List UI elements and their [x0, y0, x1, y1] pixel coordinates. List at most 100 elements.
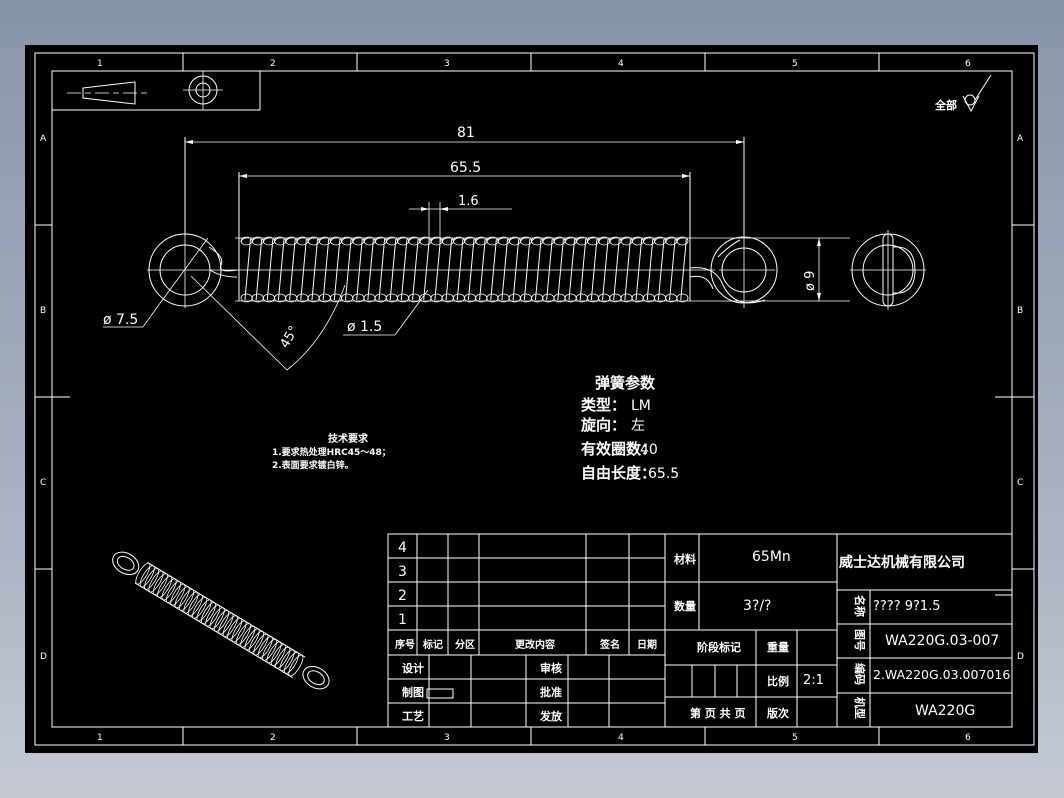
- row-labels-left: A B C D: [40, 134, 47, 662]
- tech-req-item-2: 2.表面要求镀白锌。: [272, 459, 354, 471]
- iso-coil: [165, 581, 181, 603]
- coil-wire: [434, 238, 441, 301]
- right-zone-dividers: [995, 224, 1034, 570]
- iso-coil: [270, 644, 286, 666]
- coil-wire: [333, 238, 341, 301]
- coil-wire: [300, 238, 307, 301]
- spring-coils: [240, 236, 689, 303]
- title-block[interactable]: 4 3 2 1 序号 标记 分区 更改内容 签名 日期 设计 制图 工艺 审核 批准 发放 材料…: [387, 533, 1013, 728]
- surface-finish: 全部: [934, 74, 992, 113]
- iso-coil: [257, 636, 273, 659]
- coil-wire: [378, 238, 386, 301]
- quantity-value: 3?/?: [743, 598, 772, 614]
- iso-coil: [187, 594, 203, 617]
- scale-label: 比例: [767, 674, 789, 688]
- row-labels-right: A B C D: [1017, 134, 1024, 662]
- left-hook: [147, 225, 238, 308]
- dimension-hook-diameter: ø 7.5: [103, 237, 209, 328]
- iso-coil: [148, 570, 164, 593]
- iso-coil: [135, 562, 151, 585]
- iso-coil: [183, 591, 199, 614]
- coil-wire: [266, 238, 274, 301]
- wire-diameter-value: ø 1.5: [347, 319, 382, 335]
- column-labels-bottom: 1 2 3 4 5 6: [97, 733, 971, 743]
- coil-wire: [624, 238, 631, 301]
- hook-diameter-value: ø 7.5: [103, 312, 138, 328]
- approve-label: 批准: [540, 685, 562, 699]
- coil-wire: [467, 238, 475, 301]
- spring-parameters: 弹簧参数 类型： LM旋向： 左有效圈数：40自由长度：65.5: [580, 374, 679, 482]
- iso-coil: [240, 625, 256, 648]
- iso-coil: [174, 586, 190, 609]
- iso-coil: [179, 589, 195, 611]
- iso-coil: [266, 641, 282, 664]
- technical-requirements: 技术要求 1.要求热处理HRC45～48； 2.表面要求镀白锌。: [272, 432, 391, 471]
- row-label: A: [40, 134, 47, 144]
- coil-wire: [479, 238, 486, 301]
- iso-coil: [144, 568, 160, 590]
- column-label: 4: [618, 59, 624, 69]
- row-label: C: [40, 478, 46, 488]
- cad-drawing-canvas[interactable]: 123456 123456 ABCD ABCD 全部 81 65.5 1.6 ø…: [25, 45, 1038, 753]
- outer-diameter-value: ø 9: [803, 271, 818, 291]
- row-label: D: [40, 652, 47, 662]
- iso-coil: [284, 652, 299, 674]
- revision-row-number: 2: [398, 588, 407, 604]
- design-label: 设计: [402, 661, 424, 675]
- coil-wire: [255, 238, 263, 301]
- hook-angle-value: 45°: [277, 324, 302, 351]
- revision-header: 签名: [599, 638, 620, 651]
- spring-param-label: 类型：: [581, 396, 626, 414]
- column-label: 1: [97, 59, 103, 69]
- spring-isometric-view: [112, 551, 330, 690]
- coil-wire: [512, 238, 520, 301]
- process-label: 工艺: [402, 709, 424, 723]
- coil-wire: [367, 238, 374, 301]
- identity-block: 威士达机械有限公司 名称 ???? 9?1.5 图号 WA220G.03-007…: [837, 554, 1012, 727]
- iso-coil: [205, 604, 221, 627]
- drawing-sheet: 123456 123456 ABCD ABCD 全部 81 65.5 1.6 ø…: [34, 52, 1035, 746]
- revision-header: 分区: [455, 638, 475, 651]
- coil-wire: [501, 238, 509, 301]
- coil-wire: [277, 238, 285, 301]
- name-value: ???? 9?1.5: [873, 599, 941, 614]
- spring-params-title: 弹簧参数: [595, 374, 656, 392]
- model-value: WA220G: [915, 703, 975, 719]
- column-label: 6: [965, 733, 971, 743]
- tech-req-title: 技术要求: [328, 432, 369, 445]
- code-value: 2.WA220G.03.007016: [873, 667, 1010, 682]
- coil-wire: [602, 238, 609, 301]
- sheet-label: 第 页 共 页: [690, 706, 746, 720]
- company-name: 威士达机械有限公司: [839, 554, 965, 571]
- coil-wire: [613, 238, 620, 301]
- coil-wire: [244, 238, 251, 301]
- coil-wire: [579, 238, 587, 301]
- revision-header: 更改内容: [515, 638, 555, 651]
- row-label: D: [1017, 652, 1024, 662]
- coil-wire: [490, 238, 497, 301]
- coil-wire: [669, 238, 676, 301]
- coil-wire: [356, 238, 363, 301]
- drawing-no-value: WA220G.03-007: [885, 633, 999, 649]
- revision-row-number: 1: [398, 612, 407, 628]
- coil-wire: [400, 238, 408, 301]
- column-label: 1: [97, 733, 103, 743]
- revision-table: 4 3 2 1 序号 标记 分区 更改内容 签名 日期 设计 制图 工艺 审核 批准 发放: [388, 534, 666, 727]
- pitch-value: 1.6: [458, 194, 479, 209]
- iso-coil: [222, 615, 238, 638]
- row-label: C: [1017, 478, 1023, 488]
- quantity-label: 数量: [674, 599, 696, 613]
- body-length-value: 65.5: [450, 160, 481, 176]
- coil-wire: [389, 238, 397, 301]
- coil-wire: [546, 238, 553, 301]
- coil-wire: [568, 238, 576, 301]
- coil-wire: [523, 238, 531, 301]
- projection-symbol: [52, 71, 261, 111]
- column-label: 5: [792, 59, 798, 69]
- version-label: 版次: [767, 706, 789, 720]
- iso-coil: [275, 646, 291, 669]
- iso-coil: [200, 602, 216, 624]
- dimension-overall-length: 81: [185, 125, 744, 144]
- iso-coil: [192, 596, 208, 619]
- coil-wire: [289, 238, 296, 301]
